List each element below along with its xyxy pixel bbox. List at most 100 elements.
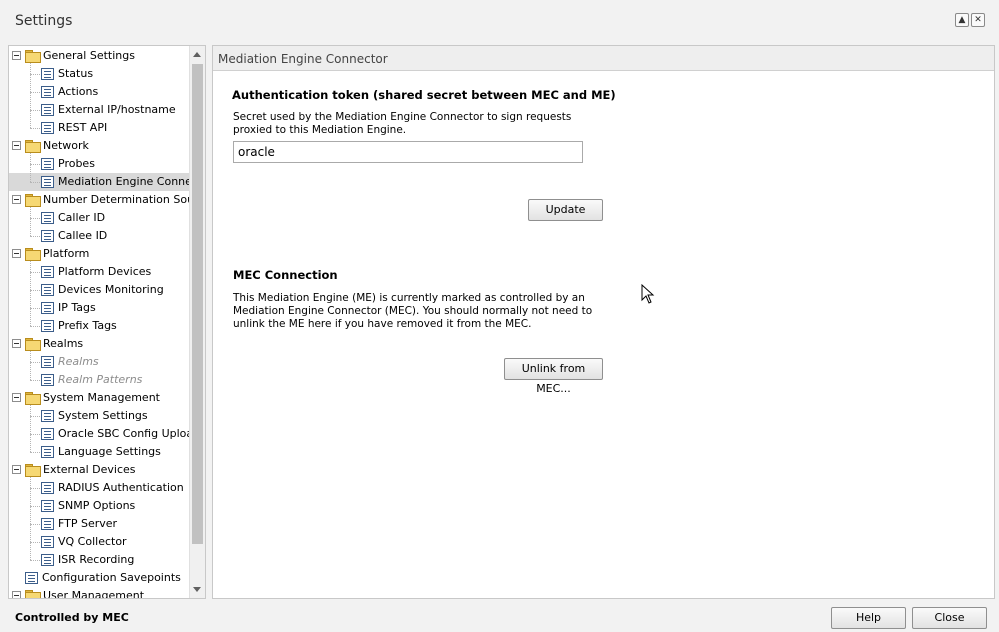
tree-item-isr-recording[interactable]: ISR Recording [9, 551, 190, 569]
auth-token-title: Authentication token (shared secret betw… [232, 88, 616, 102]
status-text: Controlled by MEC [15, 611, 129, 624]
scroll-thumb[interactable] [192, 64, 203, 544]
tree-item-configuration-savepoints[interactable]: Configuration Savepoints [9, 569, 190, 587]
tree-connector [30, 542, 40, 543]
tree-item-probes[interactable]: Probes [9, 155, 190, 173]
tree-item-status[interactable]: Status [9, 65, 190, 83]
collapse-toggle-icon[interactable] [12, 393, 21, 402]
tree-item-label: Oracle SBC Config Upload [58, 427, 190, 440]
page-icon [41, 536, 54, 548]
folder-icon [25, 194, 41, 207]
tree-item-label: Actions [58, 85, 99, 98]
maximize-icon[interactable]: ▲ [955, 13, 969, 27]
page-icon [41, 284, 54, 296]
folder-icon [25, 338, 41, 351]
tree-guide-line [30, 261, 31, 326]
folder-icon [25, 392, 41, 405]
collapse-toggle-icon[interactable] [12, 141, 21, 150]
tree-guide-line [30, 405, 31, 452]
page-icon [41, 176, 54, 188]
tree-item-devices-monitoring[interactable]: Devices Monitoring [9, 281, 190, 299]
tree-item-label: External IP/hostname [58, 103, 176, 116]
page-icon [41, 374, 54, 386]
tree-connector [30, 110, 40, 111]
tree-item-label: User Management [43, 589, 145, 599]
tree-connector [30, 182, 40, 183]
tree-item-label: External Devices [43, 463, 136, 476]
tree-connector [30, 92, 40, 93]
page-icon [41, 266, 54, 278]
tree-connector [30, 434, 40, 435]
tree-item-platform[interactable]: Platform [9, 245, 190, 263]
tree-item-realms[interactable]: Realms [9, 335, 190, 353]
tree-item-label: Network [43, 139, 89, 152]
tree-item-external-ip-hostname[interactable]: External IP/hostname [9, 101, 190, 119]
tree-guide-line [30, 153, 31, 182]
page-icon [41, 212, 54, 224]
collapse-toggle-icon[interactable] [12, 195, 21, 204]
collapse-toggle-icon[interactable] [12, 465, 21, 474]
tree-item-platform-devices[interactable]: Platform Devices [9, 263, 190, 281]
tree-item-realms[interactable]: Realms [9, 353, 190, 371]
page-icon [41, 554, 54, 566]
page-icon [41, 410, 54, 422]
page-icon [41, 158, 54, 170]
tree-item-label: Caller ID [58, 211, 106, 224]
tree-item-external-devices[interactable]: External Devices [9, 461, 190, 479]
auth-token-input[interactable] [233, 141, 583, 163]
tree-item-mediation-engine-connector[interactable]: Mediation Engine Connector [9, 173, 190, 191]
page-icon [41, 86, 54, 98]
tree-connector [30, 236, 40, 237]
collapse-toggle-icon[interactable] [12, 51, 21, 60]
tree-item-realm-patterns[interactable]: Realm Patterns [9, 371, 190, 389]
page-icon [41, 500, 54, 512]
page-icon [41, 428, 54, 440]
tree-item-snmp-options[interactable]: SNMP Options [9, 497, 190, 515]
collapse-toggle-icon[interactable] [12, 591, 21, 598]
page-icon [41, 104, 54, 116]
tree-connector [30, 362, 40, 363]
scroll-up-arrow-icon[interactable] [193, 52, 201, 57]
folder-icon [25, 248, 41, 261]
tree-item-label: Prefix Tags [58, 319, 117, 332]
auth-token-description: Secret used by the Mediation Engine Conn… [233, 111, 572, 136]
close-icon[interactable]: ✕ [971, 13, 985, 27]
tree-item-radius-authentication[interactable]: RADIUS Authentication [9, 479, 190, 497]
tree-item-label: Platform Devices [58, 265, 152, 278]
tree-item-label: Callee ID [58, 229, 108, 242]
tree-item-system-management[interactable]: System Management [9, 389, 190, 407]
close-button[interactable]: Close [912, 607, 987, 629]
scroll-down-arrow-icon[interactable] [193, 587, 201, 592]
update-button[interactable]: Update [528, 199, 603, 221]
tree-item-general-settings[interactable]: General Settings [9, 47, 190, 65]
tree-item-number-determination-sources[interactable]: Number Determination Sources [9, 191, 190, 209]
tree-connector [30, 416, 40, 417]
tree-item-caller-id[interactable]: Caller ID [9, 209, 190, 227]
tree-item-language-settings[interactable]: Language Settings [9, 443, 190, 461]
tree-item-user-management[interactable]: User Management [9, 587, 190, 599]
tree-item-prefix-tags[interactable]: Prefix Tags [9, 317, 190, 335]
tree-item-oracle-sbc-config-upload[interactable]: Oracle SBC Config Upload [9, 425, 190, 443]
collapse-toggle-icon[interactable] [12, 339, 21, 348]
tree-item-ftp-server[interactable]: FTP Server [9, 515, 190, 533]
tree-item-network[interactable]: Network [9, 137, 190, 155]
tree-scrollbar[interactable] [189, 46, 205, 598]
collapse-toggle-icon[interactable] [12, 249, 21, 258]
tree-guide-line [30, 351, 31, 380]
tree-item-label: FTP Server [58, 517, 118, 530]
tree-item-label: Realms [43, 337, 84, 350]
tree-connector [30, 74, 40, 75]
tree-item-system-settings[interactable]: System Settings [9, 407, 190, 425]
tree-item-ip-tags[interactable]: IP Tags [9, 299, 190, 317]
tree-item-actions[interactable]: Actions [9, 83, 190, 101]
page-icon [41, 68, 54, 80]
help-button[interactable]: Help [831, 607, 906, 629]
tree-item-callee-id[interactable]: Callee ID [9, 227, 190, 245]
unlink-from-mec-button[interactable]: Unlink from MEC... [504, 358, 603, 395]
tree-item-rest-api[interactable]: REST API [9, 119, 190, 137]
page-icon [25, 572, 38, 584]
tree-item-label: Realms [58, 355, 99, 368]
tree-item-label: IP Tags [58, 301, 96, 314]
tree-connector [30, 560, 40, 561]
tree-item-vq-collector[interactable]: VQ Collector [9, 533, 190, 551]
